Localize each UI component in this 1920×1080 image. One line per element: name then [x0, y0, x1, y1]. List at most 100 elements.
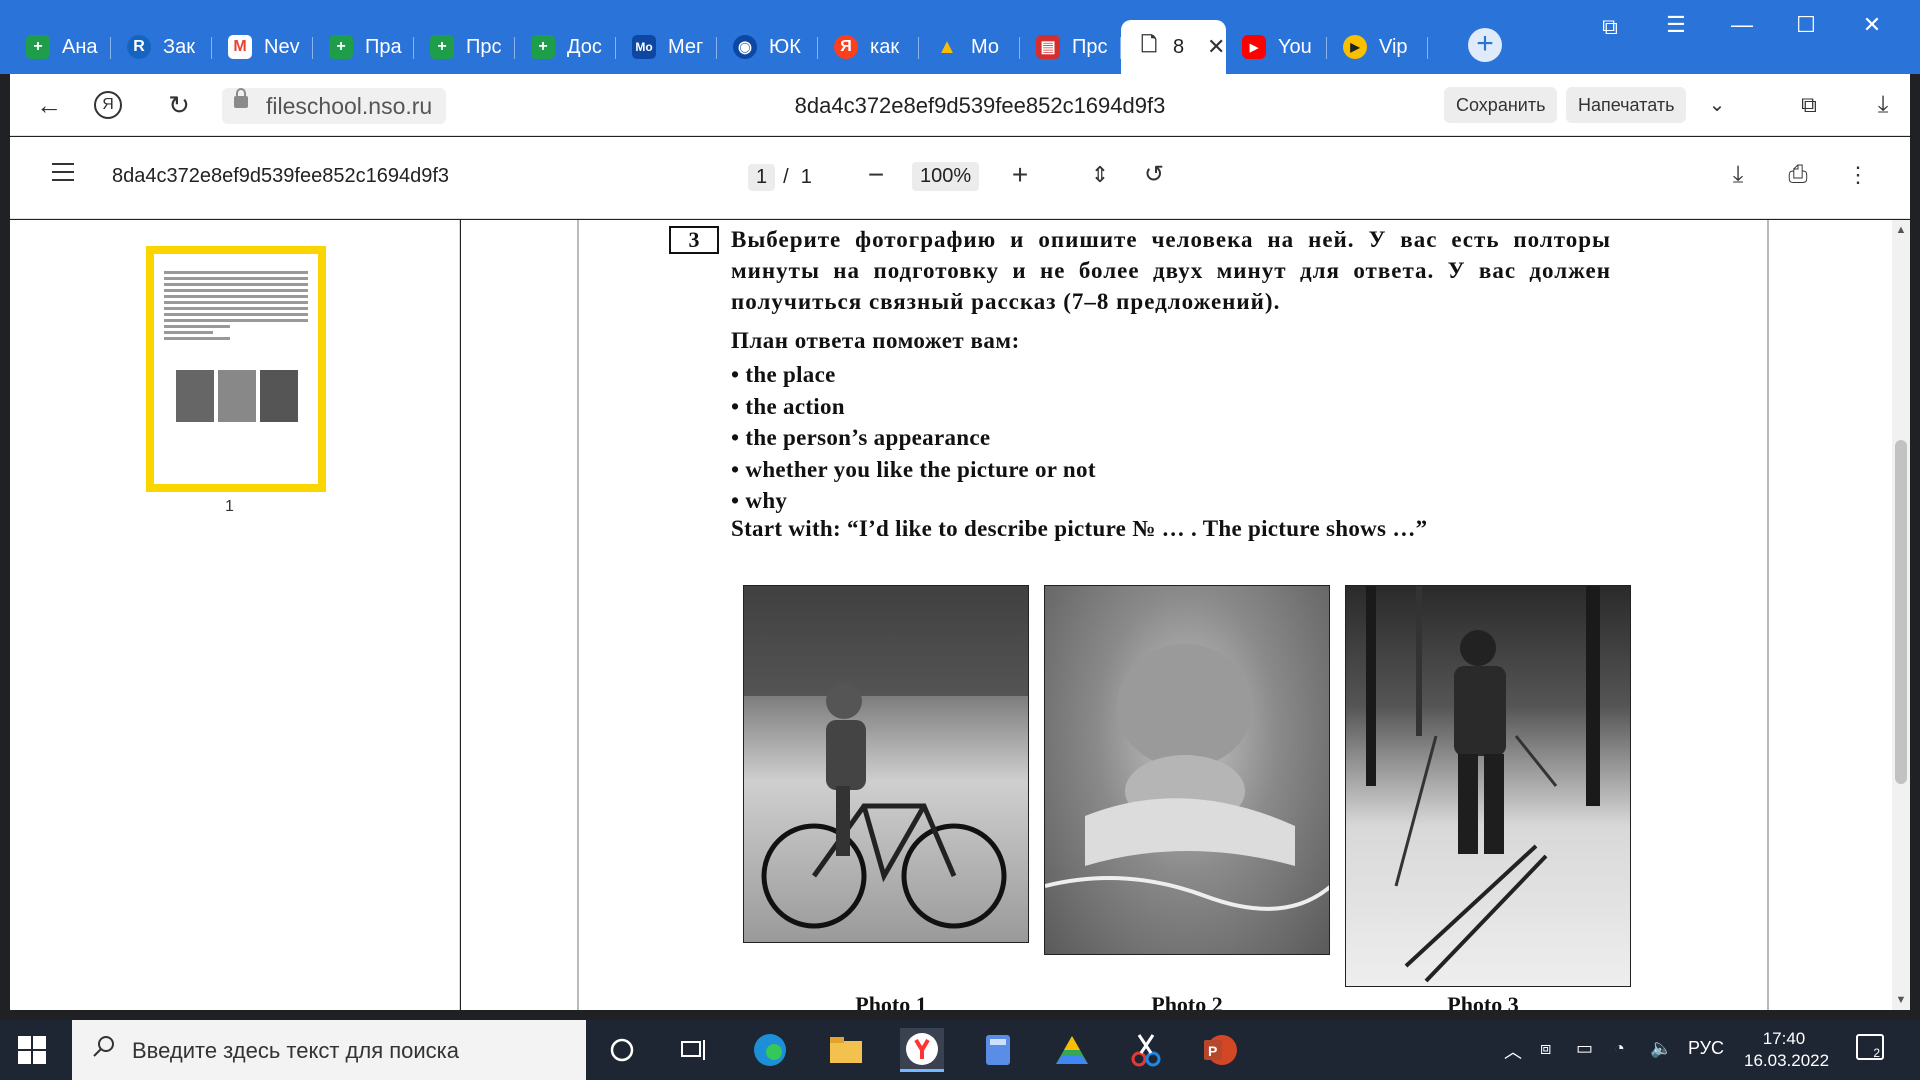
- google-drive-icon[interactable]: [1050, 1028, 1094, 1072]
- tab-4[interactable]: + Пра: [313, 20, 414, 74]
- tab-title: Пра: [365, 35, 402, 58]
- save-button[interactable]: Сохранить: [1444, 87, 1558, 123]
- task-instructions: Выберите фотографию и опишите человека н…: [731, 227, 1611, 314]
- cortana-icon[interactable]: [600, 1028, 644, 1072]
- tab-title: Зак: [163, 35, 195, 58]
- meet-now-icon[interactable]: ⧈: [1540, 1038, 1551, 1059]
- tab-3[interactable]: M Nev: [212, 20, 313, 74]
- minimize-icon[interactable]: —: [1722, 12, 1762, 38]
- download-icon[interactable]: ⤓: [1866, 88, 1900, 122]
- clock[interactable]: 17:40 16.03.2022: [1744, 1028, 1830, 1072]
- tab-title: Прс: [1072, 35, 1108, 58]
- vertical-scrollbar[interactable]: ▲ ▼: [1892, 220, 1910, 1010]
- tab-14[interactable]: ▶ Vip: [1327, 20, 1428, 74]
- volume-icon[interactable]: 🔈: [1650, 1038, 1672, 1059]
- tab-title: Прс: [466, 35, 502, 58]
- maximize-icon[interactable]: ☐: [1786, 12, 1826, 38]
- pdf-toolbar: 8da4c372e8ef9d539fee852c1694d9f3 1 / 1 −…: [10, 137, 1910, 219]
- bookmarks-icon[interactable]: ⧉: [1590, 14, 1630, 40]
- windows-start-icon[interactable]: [18, 1036, 46, 1064]
- powerpoint-icon[interactable]: P: [1198, 1028, 1242, 1072]
- drive-icon: ▲: [937, 35, 957, 58]
- more-options-icon[interactable]: ⋮: [1840, 157, 1876, 193]
- taskbar-search-field[interactable]: Введите здесь текст для поиска: [72, 1020, 586, 1080]
- tab-13[interactable]: ▶ You: [1226, 20, 1327, 74]
- vip-icon: ▶: [1343, 35, 1367, 59]
- photo-label: Photo 2: [1151, 992, 1223, 1010]
- thumbnail-photo: [218, 370, 256, 422]
- tab-9[interactable]: Якак: [818, 20, 919, 74]
- thumbnail-label: 1: [225, 498, 234, 515]
- tab-8[interactable]: ◉ ЮК: [717, 20, 818, 74]
- scroll-down-icon[interactable]: ▼: [1894, 994, 1908, 1006]
- print-icon[interactable]: ⎙: [1780, 157, 1816, 193]
- edge-icon[interactable]: [748, 1028, 792, 1072]
- yandex-icon: Я: [834, 35, 858, 59]
- zoom-out-icon[interactable]: −: [858, 157, 894, 193]
- tab-title: Nev: [264, 35, 300, 58]
- photo-label: Photo 1: [855, 992, 927, 1010]
- calculator-icon[interactable]: [976, 1028, 1020, 1072]
- tab-list: + Ана R Зак M Nev + Пра + Прс + Дос Mo Мег ◉ ЮК …: [10, 20, 1428, 74]
- url-field[interactable]: fileschool.nso.ru: [222, 88, 447, 124]
- plan-item: the person’s appearance: [731, 422, 1096, 454]
- plus-icon: +: [531, 35, 555, 59]
- task-view-icon[interactable]: [672, 1028, 716, 1072]
- show-hidden-icons-icon[interactable]: ︿: [1504, 1038, 1522, 1064]
- pdf-filename: 8da4c372e8ef9d539fee852c1694d9f3: [112, 165, 449, 187]
- input-language[interactable]: РУС: [1688, 1038, 1724, 1059]
- task-number: 3: [669, 226, 719, 254]
- tab-10[interactable]: ▲ Мо: [919, 20, 1020, 74]
- tab-title: Дос: [567, 35, 602, 58]
- plan-item: the action: [731, 391, 1096, 423]
- tab-6[interactable]: + Дос: [515, 20, 616, 74]
- reload-icon[interactable]: ↻: [162, 88, 196, 122]
- r-icon: R: [127, 35, 151, 59]
- print-button[interactable]: Напечатать: [1566, 87, 1687, 123]
- photo-boy-skiing: [1345, 585, 1631, 987]
- tab-11[interactable]: ▤ Прс: [1020, 20, 1121, 74]
- zoom-level[interactable]: 100%: [912, 162, 980, 191]
- yandex-browser-icon[interactable]: [900, 1028, 944, 1072]
- tab-7[interactable]: Mo Мег: [616, 20, 717, 74]
- current-page-input[interactable]: 1: [748, 163, 776, 191]
- scroll-up-icon[interactable]: ▲: [1894, 224, 1908, 236]
- yandex-logo-icon[interactable]: Я: [94, 91, 122, 119]
- notifications-icon[interactable]: 2: [1856, 1034, 1884, 1060]
- battery-icon[interactable]: ▭: [1576, 1038, 1593, 1059]
- back-icon[interactable]: ←: [32, 88, 66, 122]
- new-tab-button[interactable]: +: [1468, 28, 1502, 62]
- scrollbar-thumb[interactable]: [1895, 440, 1907, 784]
- doc-red-icon: ▤: [1036, 35, 1060, 59]
- fit-page-icon[interactable]: ⇕: [1082, 157, 1118, 193]
- scissors-tool-icon[interactable]: [1124, 1028, 1168, 1072]
- clock-time: 17:40: [1762, 1029, 1806, 1048]
- browser-menu-icon[interactable]: ☰: [1656, 12, 1696, 38]
- tab-title: Vip: [1379, 35, 1408, 58]
- close-window-icon[interactable]: ✕: [1852, 12, 1892, 38]
- hamburger-menu-icon[interactable]: [52, 163, 74, 181]
- close-tab-icon[interactable]: ✕: [1207, 34, 1225, 60]
- tab-active-pdf[interactable]: 🗋 8 ✕: [1121, 20, 1226, 74]
- start-with-text: Start with: “I’d like to describe pictur…: [731, 516, 1428, 541]
- tab-2[interactable]: R Зак: [111, 20, 212, 74]
- page-thumbnail[interactable]: [146, 246, 326, 492]
- mo-icon: Mo: [632, 35, 656, 59]
- windows-taskbar: Введите здесь текст для поиска P ︿ ⧈ ▭ ◔…: [0, 1020, 1920, 1080]
- rotate-icon[interactable]: ↺: [1136, 157, 1172, 193]
- plan-item: whether you like the picture or not: [731, 454, 1096, 486]
- tab-5[interactable]: + Прс: [414, 20, 515, 74]
- zoom-in-icon[interactable]: +: [1002, 157, 1038, 193]
- file-explorer-icon[interactable]: [824, 1028, 868, 1072]
- notification-count: 2: [1873, 1046, 1880, 1060]
- plus-icon: +: [430, 35, 454, 59]
- search-placeholder: Введите здесь текст для поиска: [132, 1038, 460, 1063]
- wifi-icon[interactable]: ◔: [1614, 1038, 1625, 1059]
- download-icon[interactable]: ⤓: [1720, 157, 1756, 193]
- photo-boy-swimming: [1044, 585, 1330, 955]
- collections-icon[interactable]: ⧉: [1792, 88, 1826, 122]
- tab-1[interactable]: + Ана: [10, 20, 111, 74]
- tab-title: Ана: [62, 35, 98, 58]
- chevron-down-icon[interactable]: ⌄: [1700, 88, 1734, 122]
- clock-date: 16.03.2022: [1744, 1051, 1830, 1070]
